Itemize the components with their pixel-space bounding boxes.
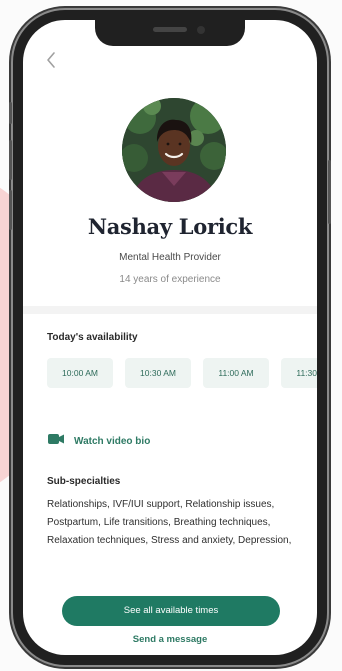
phone-silent-switch — [9, 102, 12, 124]
time-slot[interactable]: 11:00 AM — [203, 358, 269, 388]
content-fade — [23, 560, 317, 600]
subspecialties-text: Relationships, IVF/IUI support, Relation… — [47, 499, 292, 546]
availability-slot-list: 10:00 AM 10:30 AM 11:00 AM 11:30 AM — [47, 358, 317, 390]
time-slot[interactable]: 11:30 AM — [281, 358, 317, 388]
page-stage: Nashay Lorick Mental Health Provider 14 … — [0, 0, 342, 671]
provider-name: Nashay Lorick — [87, 214, 253, 239]
time-slot[interactable]: 10:30 AM — [125, 358, 191, 388]
notch-speaker — [153, 27, 187, 32]
subspecialties-heading: Sub-specialties — [47, 476, 121, 487]
availability-heading: Today's availability — [47, 332, 138, 343]
send-message-link[interactable]: Send a message — [23, 634, 317, 645]
phone-volume-down — [9, 190, 12, 230]
phone-volume-up — [9, 140, 12, 180]
provider-role: Mental Health Provider — [119, 252, 221, 263]
time-slot[interactable]: 10:00 AM — [47, 358, 113, 388]
phone-notch — [95, 20, 245, 46]
see-all-times-button[interactable]: See all available times — [62, 596, 280, 626]
section-divider — [23, 306, 317, 314]
phone-frame: Nashay Lorick Mental Health Provider 14 … — [9, 10, 331, 665]
watch-video-bio-link[interactable]: Watch video bio — [47, 432, 150, 450]
watch-video-bio-label: Watch video bio — [74, 435, 151, 447]
provider-avatar — [122, 98, 226, 202]
phone-screen: Nashay Lorick Mental Health Provider 14 … — [23, 20, 317, 655]
provider-experience: 14 years of experience — [119, 274, 221, 285]
back-chevron-icon[interactable] — [45, 50, 59, 70]
video-icon — [47, 432, 65, 451]
phone-power-button — [328, 160, 331, 224]
notch-camera — [197, 26, 205, 34]
